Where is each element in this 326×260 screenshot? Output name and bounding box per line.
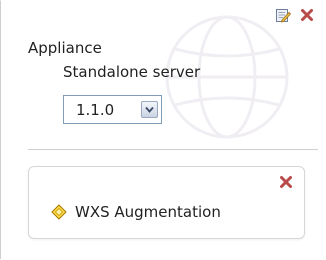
- augmentation-card[interactable]: WXS Augmentation: [28, 166, 305, 239]
- panel-toolbar: [275, 7, 315, 23]
- augmentation-label: WXS Augmentation: [75, 203, 221, 221]
- version-value: 1.1.0: [76, 100, 115, 119]
- appliance-label: Appliance: [28, 39, 102, 57]
- remove-augmentation-close-icon[interactable]: [278, 174, 294, 190]
- dropdown-button[interactable]: [141, 101, 158, 118]
- version-select[interactable]: 1.1.0: [63, 95, 162, 124]
- divider: [28, 149, 318, 150]
- appliance-type: Standalone server: [63, 63, 201, 81]
- augmentation-item[interactable]: WXS Augmentation: [51, 203, 221, 221]
- edit-icon[interactable]: [275, 7, 291, 23]
- close-icon[interactable]: [299, 7, 315, 23]
- chevron-down-icon: [145, 106, 154, 113]
- diamond-icon: [51, 204, 67, 220]
- appliance-panel: Appliance Standalone server 1.1.0 WXS Au…: [0, 0, 325, 259]
